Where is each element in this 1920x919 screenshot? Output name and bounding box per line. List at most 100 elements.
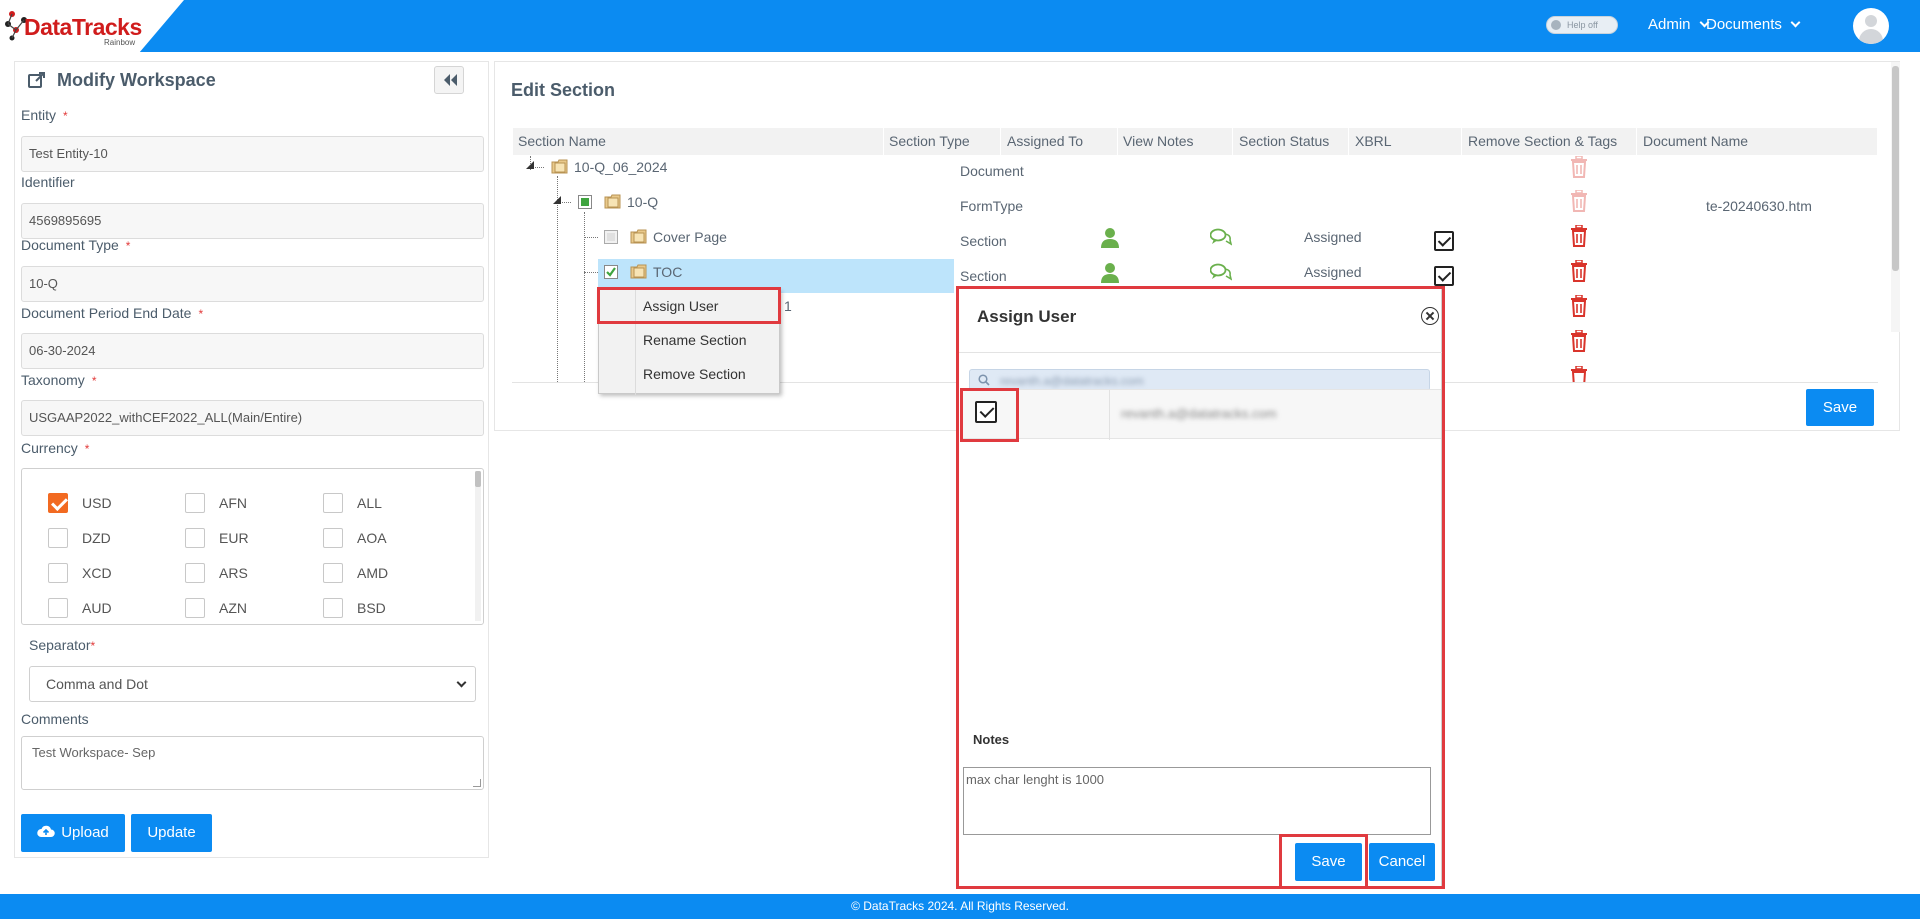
user-list-row[interactable]: revanth.a@datatracks.com [963,389,1441,440]
update-button-label: Update [147,824,196,841]
user-search-input[interactable]: revanth.a@datatracks.com [969,369,1430,391]
notes-textarea[interactable]: max char lenght is 1000 [963,767,1431,835]
close-icon[interactable] [1421,307,1439,325]
period-end-field[interactable]: 06-30-2024 [21,333,484,369]
currency-label-usd: USD [82,495,112,511]
identifier-label: Identifier [21,174,75,190]
notes-icon[interactable] [1210,228,1232,246]
currency-checkbox-afn[interactable] [185,493,205,513]
admin-menu[interactable]: Admin [1648,16,1709,33]
column-header-section-type[interactable]: Section Type [889,133,970,149]
separator-select[interactable]: Comma and Dot [29,666,476,702]
tree-collapse-icon[interactable] [553,196,561,204]
edit-section-save-button[interactable]: Save [1806,389,1874,426]
trash-icon[interactable] [1570,260,1588,282]
modal-cancel-button[interactable]: Cancel [1369,843,1435,881]
user-select-checkbox[interactable] [975,401,997,423]
entity-label: Entity * [21,107,68,123]
currency-checkbox-bsd[interactable] [323,598,343,618]
scrollbar-thumb[interactable] [475,471,481,487]
currency-checkbox-dzd[interactable] [48,528,68,548]
currency-checkbox-amd[interactable] [323,563,343,583]
upload-button-label: Upload [61,824,109,841]
currency-list[interactable]: USD AFN ALL DZD EUR AOA XCD ARS AMD AUD … [21,468,484,625]
admin-menu-label: Admin [1648,16,1691,33]
section-checkbox[interactable] [604,230,618,244]
chevron-down-icon [1790,17,1801,28]
notes-icon[interactable] [1210,263,1232,281]
section-checkbox[interactable] [604,265,618,279]
section-name-cover-page[interactable]: Cover Page [653,229,727,245]
identifier-field[interactable]: 4569895695 [21,203,484,239]
assigned-user-icon[interactable] [1101,228,1119,248]
resize-grip[interactable] [473,779,481,787]
section-name-toc[interactable]: TOC [653,264,682,280]
user-avatar[interactable] [1853,8,1889,44]
upload-button[interactable]: Upload [21,814,125,852]
taxonomy-field[interactable]: USGAAP2022_withCEF2022_ALL(Main/Entire) [21,400,484,436]
currency-label-azn: AZN [219,600,247,616]
column-header-xbrl[interactable]: XBRL [1355,133,1392,149]
column-header-document-name[interactable]: Document Name [1643,133,1748,149]
section-status-toc: Assigned [1304,264,1362,280]
menu-item-assign-user[interactable]: Assign User [643,298,718,314]
section-grid-scrollbar[interactable] [1891,62,1900,332]
column-header-assigned-to[interactable]: Assigned To [1007,133,1083,149]
help-toggle[interactable]: Help off [1546,16,1618,34]
column-header-remove-section[interactable]: Remove Section & Tags [1468,133,1617,149]
xbrl-checkbox[interactable] [1434,231,1454,251]
logo-text: DataTracks [24,14,142,40]
column-header-section-status[interactable]: Section Status [1239,133,1329,149]
column-divider [883,128,884,155]
taxonomy-label: Taxonomy * [21,372,97,388]
currency-label-bsd: BSD [357,600,386,616]
column-header-view-notes[interactable]: View Notes [1123,133,1194,149]
assigned-user-icon[interactable] [1101,263,1119,283]
currency-checkbox-eur[interactable] [185,528,205,548]
trash-icon [1571,366,1587,382]
document-name[interactable]: te-20240630.htm [1706,198,1812,214]
currency-checkbox-xcd[interactable] [48,563,68,583]
trash-icon-clipped[interactable] [1570,366,1588,382]
column-header-section-name[interactable]: Section Name [518,133,606,149]
folder-icon [630,264,647,279]
search-icon [978,374,990,386]
section-name-formtype[interactable]: 10-Q [627,194,658,210]
currency-checkbox-usd[interactable] [48,493,68,513]
collapse-panel-button[interactable] [434,66,464,94]
documents-menu[interactable]: Documents [1706,16,1801,33]
trash-icon [1571,156,1587,178]
column-divider [1232,128,1233,155]
tri-state-checkbox[interactable] [578,195,592,209]
modal-divider [959,352,1443,353]
modal-save-button[interactable]: Save [1295,843,1362,881]
currency-checkbox-ars[interactable] [185,563,205,583]
search-value: revanth.a@datatracks.com [1000,374,1144,388]
trash-icon[interactable] [1570,295,1588,317]
currency-checkbox-aoa[interactable] [323,528,343,548]
update-button[interactable]: Update [131,814,212,852]
footer: © DataTracks 2024. All Rights Reserved. [0,894,1920,919]
section-type-document: Document [960,163,1024,179]
comments-textarea[interactable]: Test Workspace- Sep [21,736,484,790]
trash-icon[interactable] [1570,225,1588,247]
assign-user-modal: Assign User revanth.a@datatracks.com rev… [958,288,1443,888]
xbrl-checkbox[interactable] [1434,266,1454,286]
logo[interactable]: DataTracks Rainbow [0,0,184,52]
panel-title: Edit Section [511,80,616,100]
currency-checkbox-aud[interactable] [48,598,68,618]
external-link-icon [28,72,45,88]
scrollbar-thumb[interactable] [1892,66,1899,271]
currency-checkbox-azn[interactable] [185,598,205,618]
tree-connector [584,237,598,238]
entity-field[interactable]: Test Entity-10 [21,136,484,172]
currency-checkbox-all[interactable] [323,493,343,513]
currency-scrollbar[interactable] [475,471,481,621]
document-type-field[interactable]: 10-Q [21,266,484,302]
panel-title: Modify Workspace [57,70,216,90]
tree-collapse-icon[interactable] [526,161,534,169]
menu-item-rename-section[interactable]: Rename Section [643,332,747,348]
trash-icon[interactable] [1570,330,1588,352]
menu-item-remove-section[interactable]: Remove Section [643,366,746,382]
section-name-document[interactable]: 10-Q_06_2024 [574,159,667,175]
